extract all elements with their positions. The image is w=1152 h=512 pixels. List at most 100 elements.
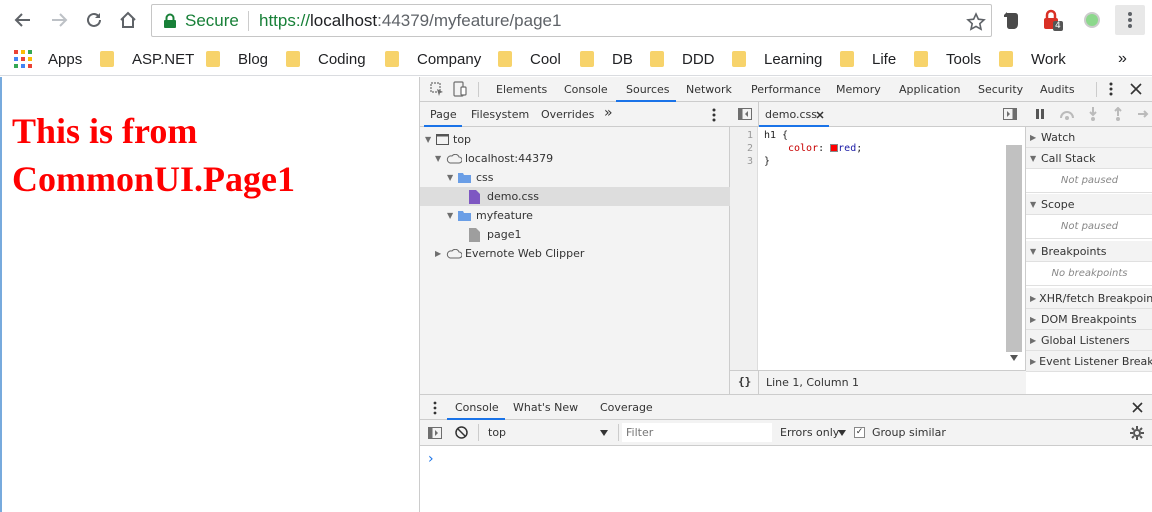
color-swatch[interactable] (830, 144, 839, 152)
pane-event-listener-breakpoints[interactable]: ▶Event Listener Breakpoints (1026, 351, 1152, 372)
line-gutter: 1 2 3 (730, 127, 758, 370)
step-over-icon[interactable] (1059, 108, 1075, 120)
close-tab-icon[interactable] (816, 111, 824, 119)
security-extension-button[interactable]: 4 (1039, 7, 1065, 33)
back-button[interactable] (10, 7, 36, 33)
tree-item-myfeature-folder[interactable]: ▼ myfeature (447, 206, 533, 225)
navigator-overflow-button[interactable]: » (604, 105, 613, 121)
tab-memory[interactable]: Memory (836, 83, 881, 96)
tab-console[interactable]: Console (564, 83, 608, 96)
breakpoints-empty: No breakpoints (1026, 262, 1152, 286)
code-line[interactable]: } (764, 156, 770, 167)
console-sidebar-icon[interactable] (428, 427, 442, 439)
context-selector[interactable]: top (482, 423, 612, 442)
navigator-tab-page[interactable]: Page (430, 108, 457, 121)
drawer-menu-icon[interactable] (433, 401, 437, 415)
toggle-debugger-icon[interactable] (1003, 108, 1017, 120)
bookmark-folder[interactable]: Learning (732, 49, 822, 69)
pane-dom-breakpoints[interactable]: ▶ DOM Breakpoints (1026, 309, 1152, 330)
bookmark-folder[interactable]: DDD (650, 49, 715, 69)
url-separator (248, 11, 249, 31)
close-drawer-icon[interactable] (1132, 402, 1143, 413)
tab-application[interactable]: Application (899, 83, 960, 96)
drawer-tab-whats-new[interactable]: What's New (513, 401, 578, 414)
filter-input[interactable] (622, 423, 772, 442)
status-extension-button[interactable] (1079, 7, 1105, 33)
navigator-tab-filesystem[interactable]: Filesystem (471, 108, 529, 121)
pane-title: Global Listeners (1041, 333, 1130, 347)
tree-item-host[interactable]: ▼ localhost:44379 (435, 149, 553, 168)
code-line[interactable]: color: red; (788, 143, 862, 154)
toggle-navigator-icon[interactable] (738, 108, 752, 120)
navigator-menu-icon[interactable] (711, 108, 717, 122)
devtools-menu-icon[interactable] (1108, 82, 1114, 96)
url-rest: :44379/myfeature/page1 (377, 11, 562, 30)
tree-item-css-folder[interactable]: ▼ css (447, 168, 494, 187)
pause-icon[interactable] (1035, 109, 1045, 119)
tab-sources[interactable]: Sources (626, 83, 670, 96)
step-icon[interactable] (1137, 108, 1151, 120)
bookmark-folder[interactable]: Work (999, 49, 1066, 69)
expand-triangle-icon: ▼ (1030, 199, 1037, 209)
pane-scope[interactable]: ▼ Scope (1026, 194, 1152, 215)
bookmark-folder[interactable]: Life (840, 49, 896, 69)
css-value: red (838, 143, 857, 154)
tree-item-demo-css[interactable]: demo.css (420, 187, 730, 206)
address-bar[interactable]: Secure https://localhost:44379/myfeature… (151, 4, 992, 37)
reload-button[interactable] (81, 7, 107, 33)
tree-item-page1[interactable]: page1 (469, 225, 521, 244)
tree-item-evernote[interactable]: ▶ Evernote Web Clipper (435, 244, 584, 263)
tab-elements[interactable]: Elements (496, 83, 547, 96)
step-into-icon[interactable] (1088, 107, 1098, 121)
pane-global-listeners[interactable]: ▶ Global Listeners (1026, 330, 1152, 351)
tab-network[interactable]: Network (686, 83, 732, 96)
bookmarks-overflow-button[interactable]: » (1118, 49, 1127, 69)
bookmark-folder[interactable]: Blog (206, 49, 268, 69)
forward-button[interactable] (46, 7, 72, 33)
navigator-tab-overrides[interactable]: Overrides (541, 108, 594, 121)
editor-tab-demo-css[interactable]: demo.css (765, 108, 817, 121)
pane-xhr-breakpoints[interactable]: ▶ XHR/fetch Breakpoints (1026, 288, 1152, 309)
apps-grid-icon (14, 50, 32, 68)
pane-call-stack[interactable]: ▼ Call Stack (1026, 148, 1152, 169)
console-prompt[interactable]: › (428, 451, 434, 467)
bookmark-folder[interactable]: Coding (286, 49, 366, 69)
cursor-position: Line 1, Column 1 (766, 376, 860, 389)
pretty-print-icon[interactable]: {} (738, 375, 751, 388)
line-number: 1 (746, 130, 753, 141)
pane-watch[interactable]: ▶ Watch (1026, 127, 1152, 148)
bookmark-star-icon[interactable] (966, 12, 986, 32)
pane-breakpoints[interactable]: ▼ Breakpoints (1026, 241, 1152, 262)
code-line[interactable]: h1 { (764, 130, 788, 141)
bookmark-folder[interactable]: Tools (914, 49, 981, 69)
bookmark-folder[interactable]: Cool (498, 49, 561, 69)
editor-scrollbar-thumb[interactable] (1006, 145, 1022, 352)
apps-bookmark[interactable]: Apps (14, 49, 82, 69)
bookmark-folder[interactable]: ASP.NET (100, 49, 194, 69)
step-out-icon[interactable] (1113, 107, 1123, 121)
call-stack-empty: Not paused (1026, 169, 1152, 193)
device-toolbar-icon[interactable] (453, 81, 467, 97)
scroll-down-arrow-icon[interactable] (1010, 355, 1018, 361)
tab-audits[interactable]: Audits (1040, 83, 1075, 96)
url-text[interactable]: https://localhost:44379/myfeature/page1 (259, 11, 561, 31)
home-button[interactable] (115, 7, 141, 33)
clear-console-icon[interactable] (455, 426, 468, 439)
evernote-extension-button[interactable] (999, 7, 1025, 33)
chrome-menu-button[interactable] (1115, 5, 1145, 35)
drawer-tab-console[interactable]: Console (455, 401, 499, 414)
tree-item-top[interactable]: ▼ top (425, 130, 471, 149)
console-drawer: Console What's New Coverage top Errors o… (420, 394, 1152, 512)
console-settings-gear-icon[interactable] (1130, 426, 1144, 440)
bookmark-folder[interactable]: Company (385, 49, 481, 69)
tab-performance[interactable]: Performance (751, 83, 821, 96)
drawer-tab-coverage[interactable]: Coverage (600, 401, 653, 414)
bookmark-folder[interactable]: DB (580, 49, 633, 69)
inspect-element-icon[interactable] (430, 82, 444, 96)
log-level-selector[interactable]: Errors only (780, 423, 848, 442)
close-devtools-icon[interactable] (1130, 83, 1142, 95)
dropdown-arrow-icon (600, 430, 608, 436)
editor-status-bar: {} Line 1, Column 1 (730, 370, 1026, 394)
group-similar-toggle[interactable]: ✓ Group similar (854, 423, 964, 442)
tab-security[interactable]: Security (978, 83, 1023, 96)
